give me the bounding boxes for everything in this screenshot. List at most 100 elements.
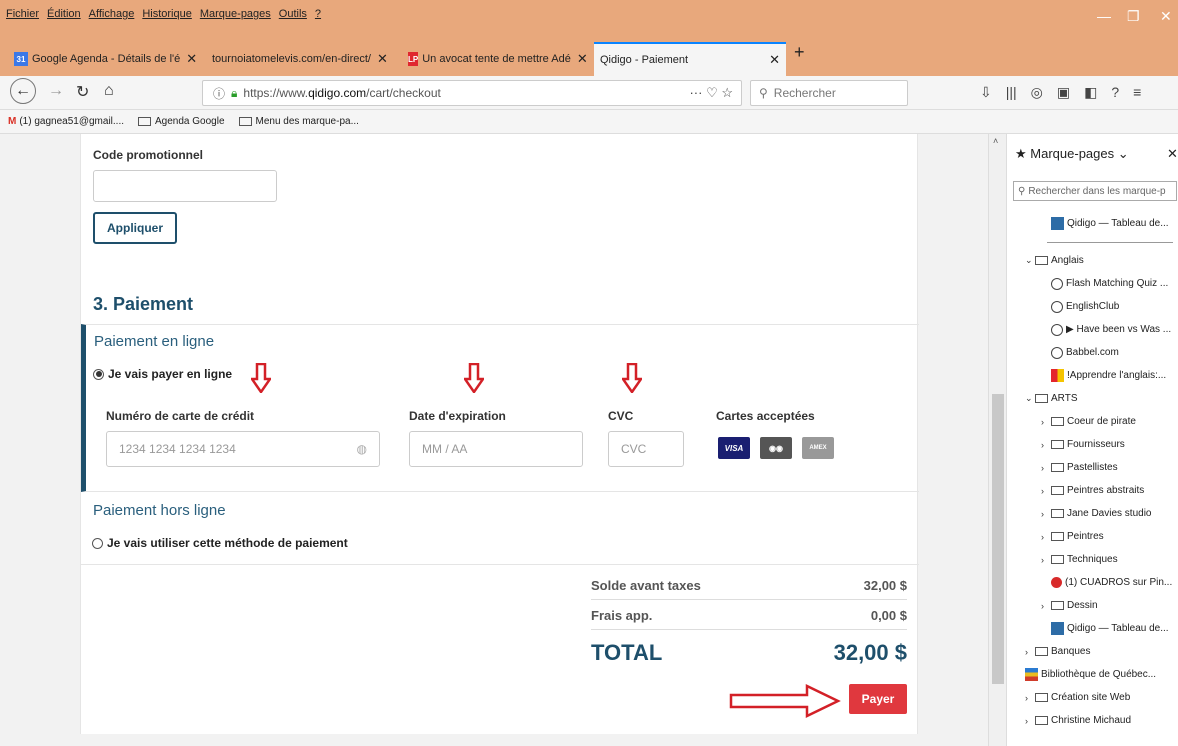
bookmark-tree-item[interactable]: EnglishClub [1007, 295, 1178, 318]
hamburger-menu-icon[interactable]: ≡ [1133, 84, 1141, 101]
bookmark-menu[interactable]: Menu des marque-pa... [238, 116, 359, 127]
chevron-right-icon[interactable]: › [1041, 440, 1051, 450]
page-scrollbar[interactable]: ˄ [988, 134, 1006, 746]
forward-icon[interactable]: → [48, 82, 64, 100]
tab-avocat[interactable]: LP Un avocat tente de mettre Adé ✕ [402, 42, 592, 76]
bookmark-tree-item[interactable]: › Christine Michaud [1007, 709, 1178, 732]
total-label: TOTAL [591, 640, 663, 665]
tab-qidigo[interactable]: Qidigo - Paiement ✕ [594, 42, 786, 76]
chevron-right-icon[interactable]: › [1025, 647, 1035, 657]
bookmark-tree-item[interactable]: › Coeur de pirate [1007, 410, 1178, 433]
tab-google-agenda[interactable]: 31 Google Agenda - Détails de l'é ✕ [8, 42, 204, 76]
close-tab-icon[interactable]: ✕ [577, 51, 588, 67]
chevron-down-icon[interactable]: ⌄ [1025, 393, 1035, 404]
chevron-right-icon[interactable]: › [1041, 509, 1051, 519]
close-tab-icon[interactable]: ✕ [769, 52, 780, 68]
radio-unchecked-icon [92, 537, 103, 549]
sync-icon[interactable]: ◎ [1031, 84, 1043, 101]
tab-tournoi[interactable]: tournoiatomelevis.com/en-direct/ ✕ [206, 42, 400, 76]
bookmark-tree-item[interactable]: Bibliothèque de Québec... [1007, 663, 1178, 686]
menu-fichier[interactable]: Fichier [6, 8, 39, 20]
radio-label: Je vais utiliser cette méthode de paieme… [107, 536, 348, 550]
help-icon[interactable]: ? [1111, 84, 1119, 101]
promo-input[interactable] [93, 170, 277, 202]
bookmark-gmail[interactable]: M (1) gagnea51@gmail.... [8, 116, 124, 127]
folder-icon [138, 116, 151, 126]
accepted-cards-label: Cartes acceptées [716, 409, 815, 423]
home-icon[interactable]: ⌂ [104, 82, 114, 100]
close-sidebar-icon[interactable]: ✕ [1167, 146, 1178, 162]
pay-button[interactable]: Payer [849, 684, 907, 714]
chevron-right-icon[interactable]: › [1041, 463, 1051, 473]
chevron-right-icon[interactable]: › [1041, 417, 1051, 427]
sidebar-search-input[interactable]: ⚲ Rechercher dans les marque-p [1013, 181, 1177, 201]
scrollbar-thumb[interactable] [992, 394, 1004, 684]
bookmark-tree-item[interactable]: Qidigo — Tableau de... [1007, 212, 1178, 235]
chevron-right-icon[interactable]: › [1041, 532, 1051, 542]
url-bar[interactable]: ⓘ 🔒︎ https://www. qidigo.com/cart/checkou… [202, 80, 742, 106]
cvc-input[interactable]: CVC [608, 431, 684, 467]
fees-label: Frais app. [591, 608, 653, 623]
sidebar-toggle-icon[interactable]: ◧ [1084, 84, 1097, 101]
screenshot-icon[interactable]: ▣ [1057, 84, 1070, 101]
bookmark-tree-item[interactable]: › Pastellistes [1007, 456, 1178, 479]
back-icon[interactable]: ← [10, 78, 36, 104]
bookmark-tree-item[interactable]: ⌄ Anglais [1007, 249, 1178, 272]
menu-affichage[interactable]: Affichage [89, 8, 135, 20]
bookmark-tree-item[interactable]: Babbel.com [1007, 341, 1178, 364]
download-icon[interactable]: ⇩ [980, 84, 992, 101]
search-input[interactable]: ⚲ Rechercher [750, 80, 908, 106]
bookmark-tree-item[interactable]: !Apprendre l'anglais:... [1007, 364, 1178, 387]
bookmark-tree-item[interactable]: › Peintres [1007, 525, 1178, 548]
close-window-icon[interactable]: ✕ [1160, 8, 1172, 25]
reload-icon[interactable]: ↻ [76, 82, 89, 102]
gmail-icon: M [8, 116, 17, 127]
bookmark-tree-item[interactable]: › Création site Web [1007, 686, 1178, 709]
menu-outils[interactable]: Outils [279, 8, 307, 20]
bookmark-tree-item[interactable]: Qidigo — Tableau de... [1007, 617, 1178, 640]
online-payment-radio[interactable]: Je vais payer en ligne [93, 367, 232, 381]
apply-button[interactable]: Appliquer [93, 212, 177, 244]
bookmark-agenda[interactable]: Agenda Google [138, 116, 225, 127]
chevron-right-icon[interactable]: › [1025, 716, 1035, 726]
restore-icon[interactable]: ❐ [1127, 8, 1140, 25]
bookmark-tree-item[interactable]: › Techniques [1007, 548, 1178, 571]
close-tab-icon[interactable]: ✕ [377, 51, 388, 67]
bookmark-tree-item[interactable]: › Dessin [1007, 594, 1178, 617]
expiry-input[interactable]: MM / AA [409, 431, 583, 467]
chevron-right-icon[interactable]: › [1041, 601, 1051, 611]
close-tab-icon[interactable]: ✕ [186, 51, 197, 67]
library-icon[interactable]: ||| [1006, 84, 1017, 101]
total-row: TOTAL 32,00 $ [591, 640, 907, 666]
chevron-down-icon[interactable]: ⌄ [1025, 255, 1035, 266]
chevron-right-icon[interactable]: › [1025, 693, 1035, 703]
card-number-input[interactable]: 1234 1234 1234 1234 ◍ [106, 431, 380, 467]
minimize-icon[interactable]: — [1097, 8, 1111, 24]
tree-separator [1007, 235, 1178, 249]
menu-edition[interactable]: Édition [47, 8, 81, 20]
bookmark-tree-item[interactable]: › Banques [1007, 640, 1178, 663]
sidebar-header[interactable]: ★ Marque-pages ⌄ [1015, 146, 1129, 162]
chevron-right-icon[interactable]: › [1041, 555, 1051, 565]
url-path: /cart/checkout [366, 86, 441, 100]
info-icon[interactable]: ⓘ [213, 85, 225, 102]
menu-help[interactable]: ? [315, 8, 321, 20]
bookmark-tree-item[interactable]: Flash Matching Quiz ... [1007, 272, 1178, 295]
menu-historique[interactable]: Historique [142, 8, 192, 20]
star-icon[interactable]: ☆ [721, 85, 733, 100]
scroll-up-icon[interactable]: ˄ [993, 136, 998, 146]
offline-payment-radio[interactable]: Je vais utiliser cette méthode de paieme… [92, 536, 348, 550]
pocket-icon[interactable]: ♡ [706, 85, 718, 100]
new-tab-icon[interactable]: + [794, 42, 805, 63]
more-icon[interactable]: ··· [689, 85, 702, 100]
bookmark-tree-item[interactable]: › Peintres abstraits [1007, 479, 1178, 502]
bookmark-tree-item[interactable]: ⌄ ARTS [1007, 387, 1178, 410]
bookmark-tree-item[interactable]: › Jane Davies studio [1007, 502, 1178, 525]
menu-marque-pages[interactable]: Marque-pages [200, 8, 271, 20]
bookmark-tree-item[interactable]: ▶ Have been vs Was ... [1007, 318, 1178, 341]
payment-section-title: 3. Paiement [93, 294, 194, 314]
bookmark-tree-item[interactable]: › Fournisseurs [1007, 433, 1178, 456]
bookmark-tree-item[interactable]: (1) CUADROS sur Pin... [1007, 571, 1178, 594]
nav-bar: ← → ↻ ⌂ ⓘ 🔒︎ https://www. qidigo.com/cart… [0, 76, 1178, 110]
chevron-right-icon[interactable]: › [1041, 486, 1051, 496]
